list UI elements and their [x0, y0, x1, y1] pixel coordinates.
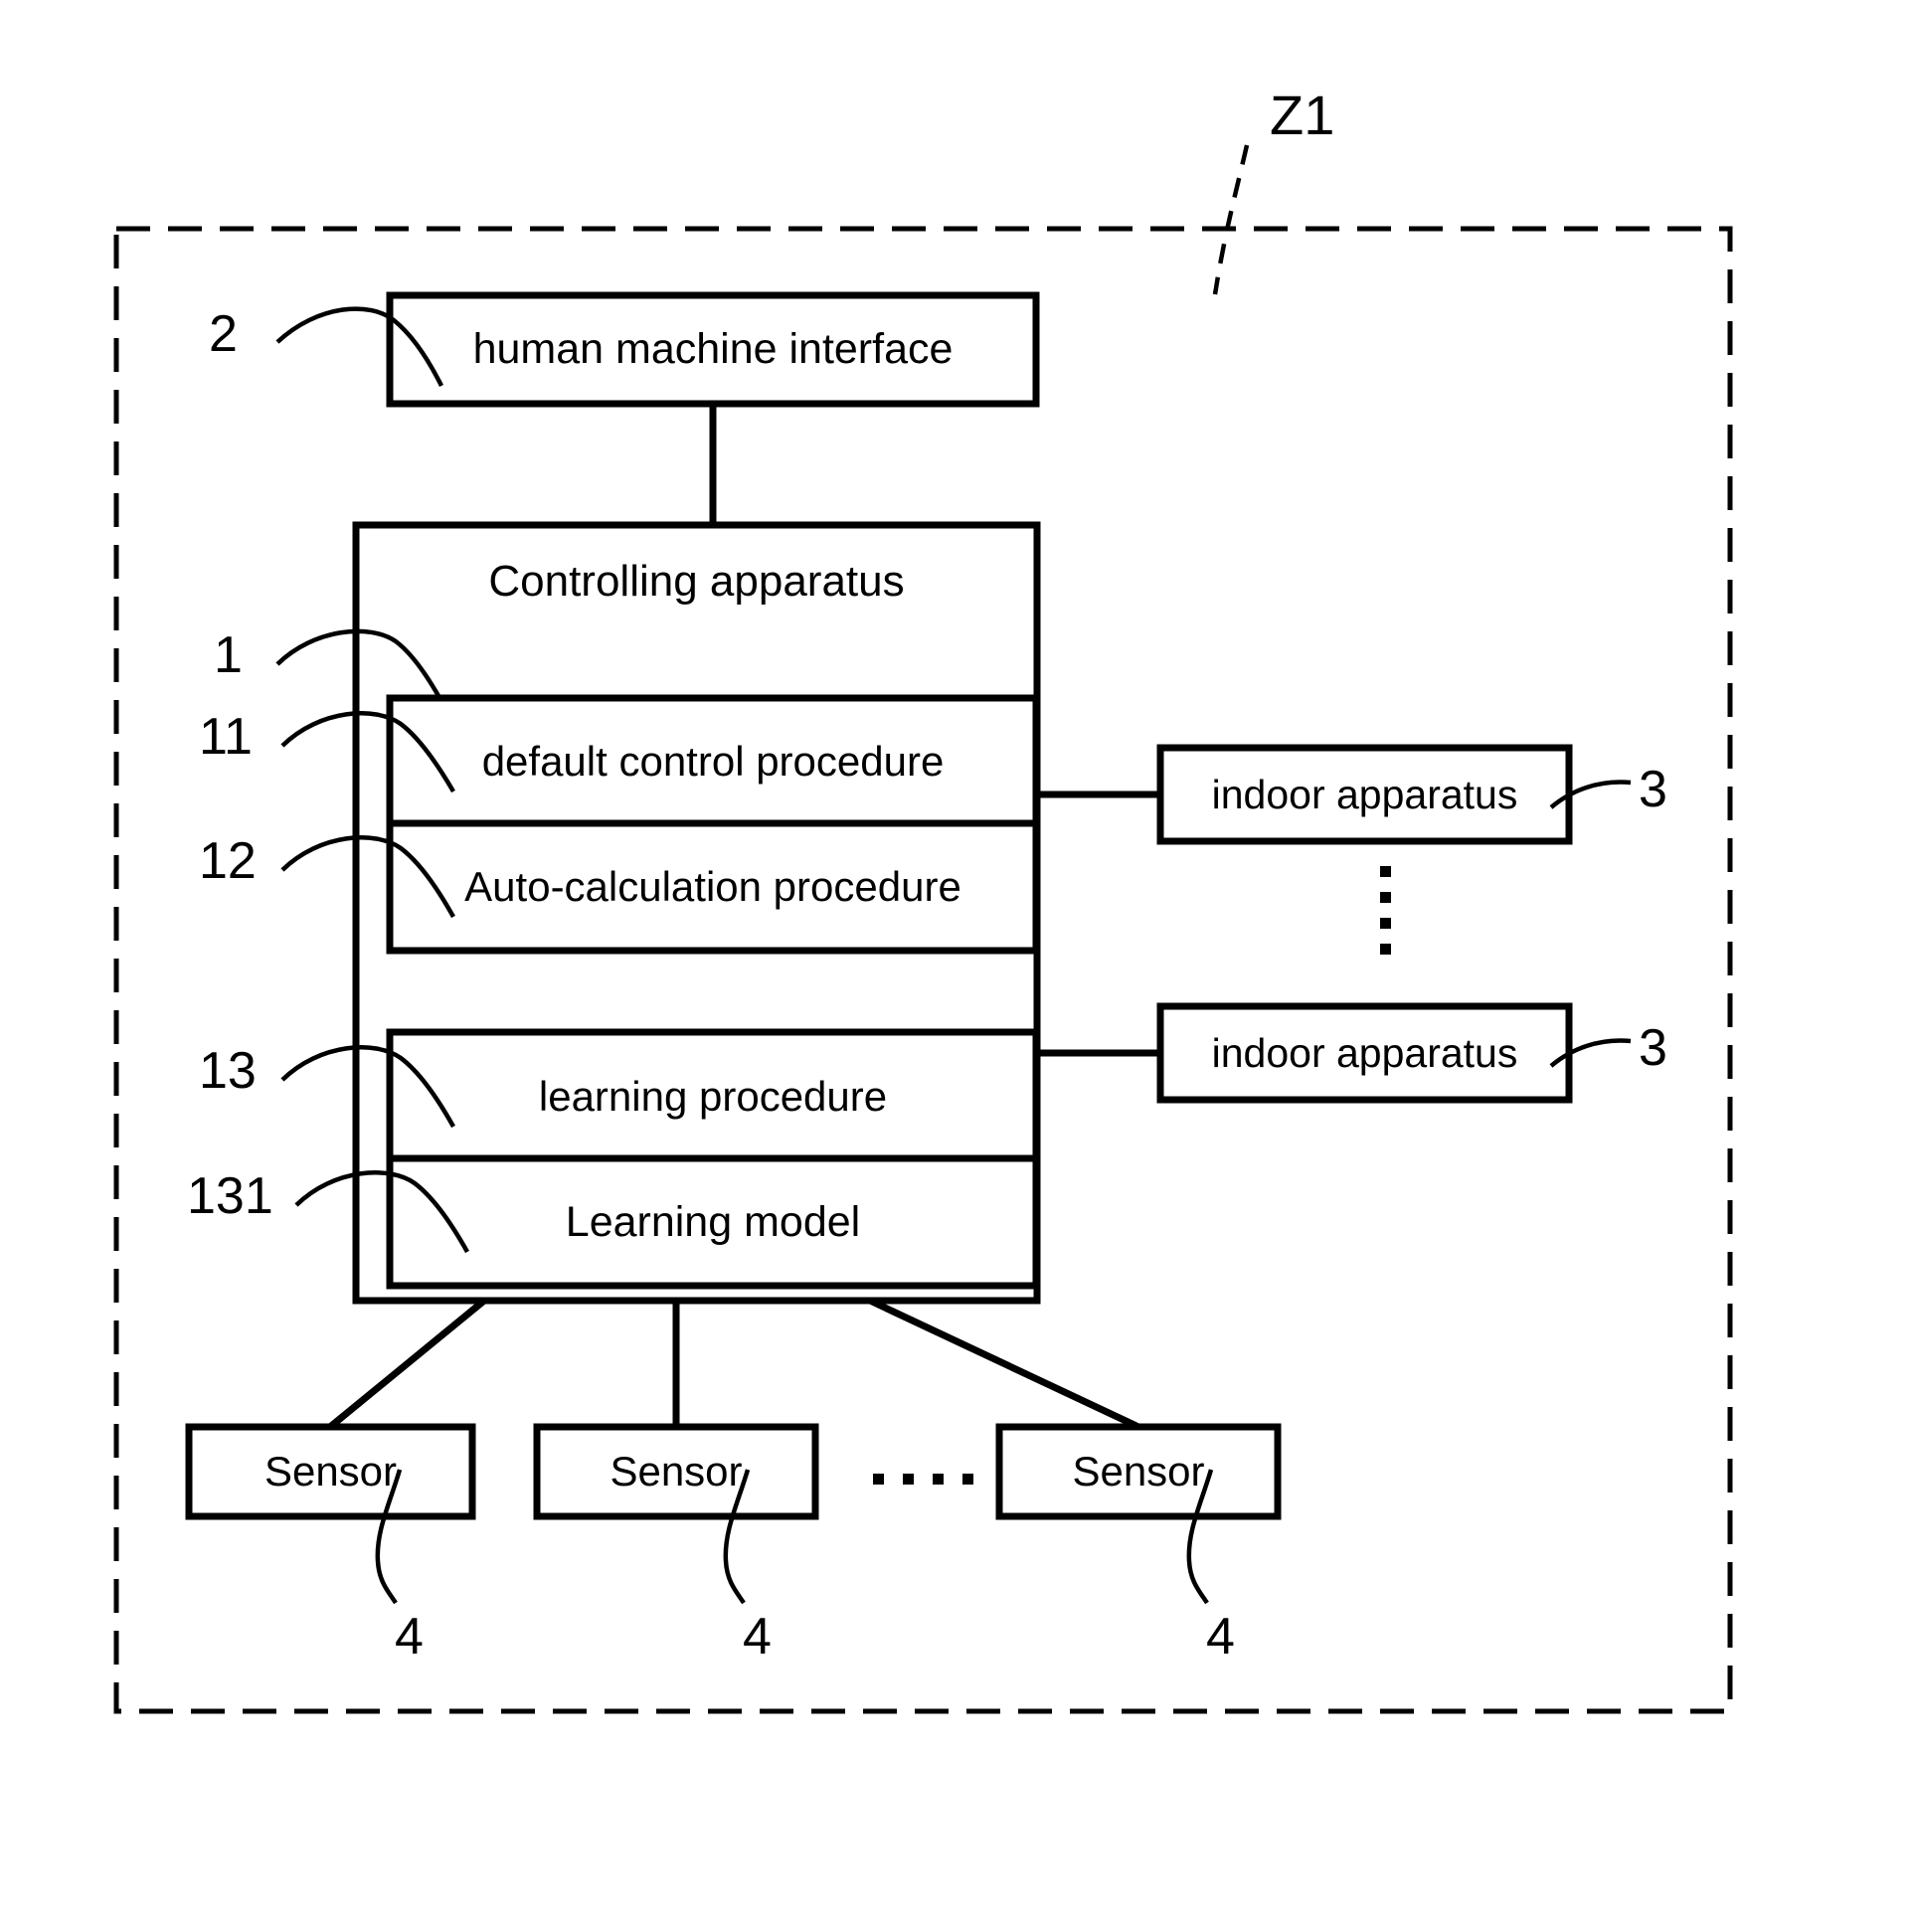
ref-numeral-4-1: 4	[395, 1608, 424, 1666]
sensor-ellipsis-dot-3	[933, 1474, 944, 1485]
indoor-ellipsis-dot-2	[1380, 892, 1391, 903]
ref-numeral-131: 131	[187, 1167, 273, 1225]
z1-leader-line	[1212, 144, 1250, 295]
ref-numeral-3-1: 3	[1639, 761, 1667, 818]
sensor-ellipsis-dot-2	[903, 1474, 914, 1485]
auto-calculation-box-label: Auto-calculation procedure	[464, 863, 961, 910]
indoor-ellipsis-dot-4	[1380, 944, 1391, 955]
system-label-z1: Z1	[1270, 84, 1335, 146]
sensor-label-3: Sensor	[1072, 1448, 1205, 1494]
learning-model-box-label: Learning model	[565, 1197, 861, 1246]
indoor-ellipsis-dot-1	[1380, 866, 1391, 877]
ref-numeral-1: 1	[214, 626, 243, 684]
sensor-ellipsis-dot-1	[873, 1474, 884, 1485]
default-control-box-label: default control procedure	[481, 738, 945, 785]
patent-figure: Z1 human machine interface 2 Controlling…	[0, 0, 1918, 1932]
sensor-ellipsis-dot-4	[962, 1474, 973, 1485]
indoor-apparatus-label-2: indoor apparatus	[1211, 1029, 1518, 1076]
hmi-box-label: human machine interface	[472, 325, 954, 373]
figure-line-art	[113, 144, 1733, 1714]
ref-numeral-4-3: 4	[1206, 1608, 1235, 1666]
ref-numeral-2: 2	[209, 305, 238, 363]
ref-numeral-4-2: 4	[743, 1608, 772, 1666]
sensor-label-1: Sensor	[263, 1448, 398, 1494]
controller-box-label: Controlling apparatus	[488, 557, 905, 606]
sensor-label-2: Sensor	[610, 1448, 743, 1494]
learning-procedure-box-label: learning procedure	[538, 1073, 888, 1120]
ref-numeral-11: 11	[199, 708, 253, 766]
controller-to-sensor-3-line	[868, 1297, 1140, 1431]
indoor-ellipsis-dot-3	[1380, 918, 1391, 929]
ref-numeral-3-2: 3	[1639, 1019, 1667, 1077]
indoor-apparatus-label-1: indoor apparatus	[1211, 771, 1518, 817]
controller-to-sensor-1-line	[327, 1298, 487, 1430]
ref-numeral-12: 12	[199, 832, 257, 890]
ref-numeral-13: 13	[199, 1042, 257, 1100]
